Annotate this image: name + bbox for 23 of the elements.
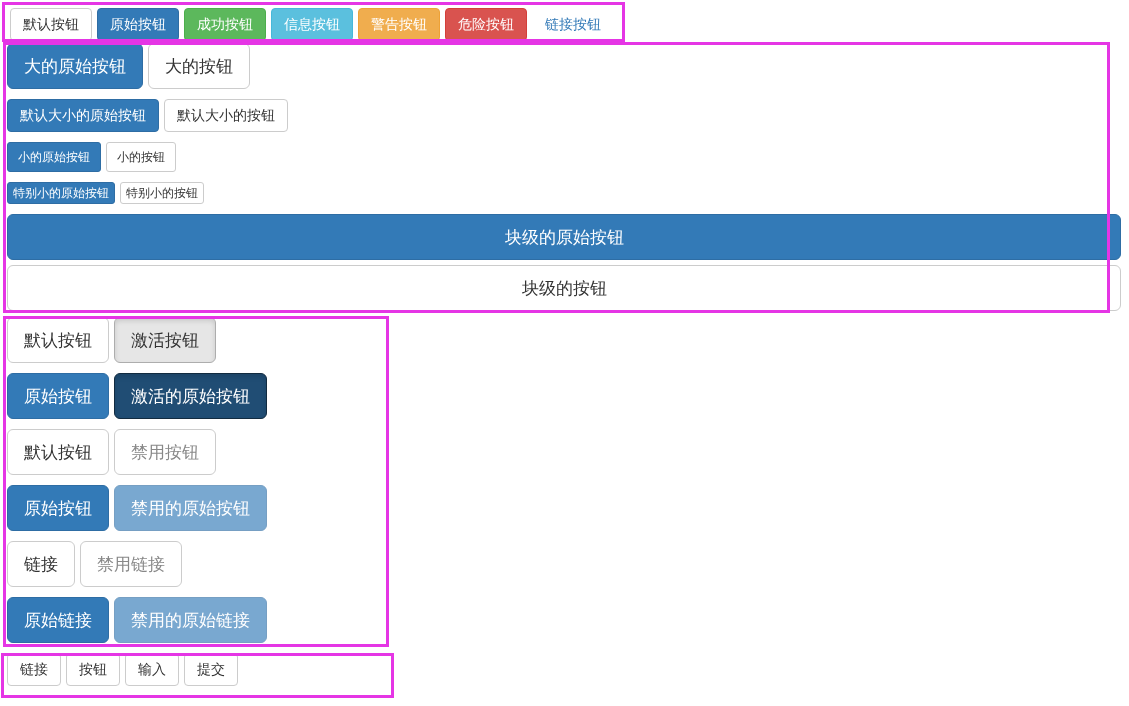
button[interactable]: 块级的按钮	[7, 265, 1121, 311]
button[interactable]: 默认大小的按钮	[164, 99, 288, 132]
button[interactable]: 激活按钮	[114, 317, 216, 363]
button[interactable]: 默认按钮	[7, 317, 109, 363]
button[interactable]: 块级的原始按钮	[7, 214, 1121, 260]
button[interactable]: 原始按钮	[7, 485, 109, 531]
button[interactable]: 默认按钮	[7, 429, 109, 475]
button[interactable]: 原始按钮	[7, 373, 109, 419]
button[interactable]: 默认按钮	[10, 8, 92, 41]
button[interactable]: 链接	[7, 541, 75, 587]
button[interactable]: 激活的原始按钮	[114, 373, 267, 419]
button[interactable]: 成功按钮	[184, 8, 266, 41]
button[interactable]: 小的按钮	[106, 142, 176, 172]
link-button[interactable]: 链接按钮	[532, 8, 614, 41]
button[interactable]: 特别小的按钮	[120, 182, 204, 204]
button[interactable]: 原始链接	[7, 597, 109, 643]
button[interactable]: 小的原始按钮	[7, 142, 101, 172]
button[interactable]: 大的按钮	[148, 43, 250, 89]
button[interactable]: 危险按钮	[445, 8, 527, 41]
button[interactable]: 原始按钮	[97, 8, 179, 41]
button[interactable]: 大的原始按钮	[7, 43, 143, 89]
button[interactable]: 默认大小的原始按钮	[7, 99, 159, 132]
button[interactable]: 特别小的原始按钮	[7, 182, 115, 204]
